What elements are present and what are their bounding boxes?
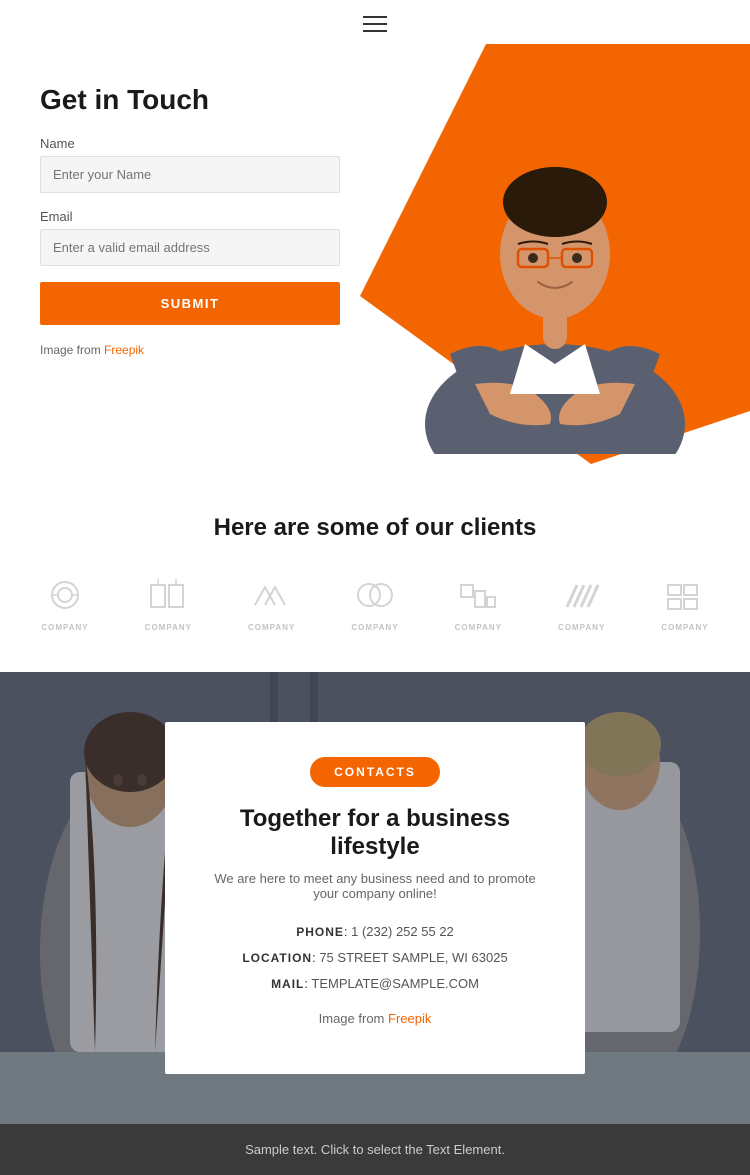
- contact-info: PHONE: 1 (232) 252 55 22 LOCATION: 75 ST…: [205, 919, 545, 997]
- name-label: Name: [40, 136, 340, 151]
- contact-form: Get in Touch Name Email SUBMIT Image fro…: [40, 84, 340, 357]
- mail-row: MAIL: TEMPLATE@SAMPLE.COM: [205, 971, 545, 997]
- footer-text: Sample text. Click to select the Text El…: [245, 1142, 505, 1157]
- name-input[interactable]: [40, 156, 340, 193]
- contacts-heading: Together for a business lifestyle: [205, 805, 545, 861]
- list-item: COMPANY: [143, 577, 193, 632]
- location-value: 75 STREET SAMPLE, WI 63025: [319, 950, 507, 965]
- submit-button[interactable]: SUBMIT: [40, 282, 340, 325]
- clients-logos: COMPANY COMPANY COMPANY: [40, 577, 710, 632]
- client-logo-text: COMPANY: [41, 623, 88, 632]
- freepik-link-2[interactable]: Freepik: [388, 1011, 431, 1026]
- list-item: COMPANY: [350, 577, 400, 632]
- contacts-section: CONTACTS Together for a business lifesty…: [0, 672, 750, 1124]
- mail-value: TEMPLATE@SAMPLE.COM: [311, 976, 479, 991]
- list-item: COMPANY: [247, 577, 297, 632]
- location-row: LOCATION: 75 STREET SAMPLE, WI 63025: [205, 945, 545, 971]
- client-logo-text: COMPANY: [558, 623, 605, 632]
- client-logo-text: COMPANY: [248, 623, 295, 632]
- woman-image: [360, 54, 750, 454]
- menu-icon[interactable]: [363, 16, 387, 32]
- hero-section: Get in Touch Name Email SUBMIT Image fro…: [0, 44, 750, 464]
- list-item: COMPANY: [40, 577, 90, 632]
- client-logo-text: COMPANY: [145, 623, 192, 632]
- mail-label: MAIL: [271, 977, 304, 991]
- contacts-subtext: We are here to meet any business need an…: [205, 871, 545, 901]
- phone-label: PHONE: [296, 925, 344, 939]
- email-label: Email: [40, 209, 340, 224]
- freepik-link[interactable]: Freepik: [104, 343, 144, 357]
- client-logo-text: COMPANY: [351, 623, 398, 632]
- hero-image-credit: Image from Freepik: [40, 343, 340, 357]
- clients-section: Here are some of our clients COMPANY COM…: [0, 464, 750, 672]
- footer: Sample text. Click to select the Text El…: [0, 1124, 750, 1175]
- phone-row: PHONE: 1 (232) 252 55 22: [205, 919, 545, 945]
- client-logo-text: COMPANY: [455, 623, 502, 632]
- form-title: Get in Touch: [40, 84, 340, 116]
- phone-value: 1 (232) 252 55 22: [351, 924, 454, 939]
- header: [0, 0, 750, 44]
- contacts-card: CONTACTS Together for a business lifesty…: [165, 722, 585, 1074]
- list-item: COMPANY: [557, 577, 607, 632]
- client-logo-text: COMPANY: [661, 623, 708, 632]
- list-item: COMPANY: [660, 577, 710, 632]
- contacts-image-credit: Image from Freepik: [205, 1011, 545, 1026]
- clients-heading: Here are some of our clients: [40, 514, 710, 542]
- list-item: COMPANY: [453, 577, 503, 632]
- contacts-badge: CONTACTS: [310, 757, 440, 787]
- email-input[interactable]: [40, 229, 340, 266]
- location-label: LOCATION: [242, 951, 312, 965]
